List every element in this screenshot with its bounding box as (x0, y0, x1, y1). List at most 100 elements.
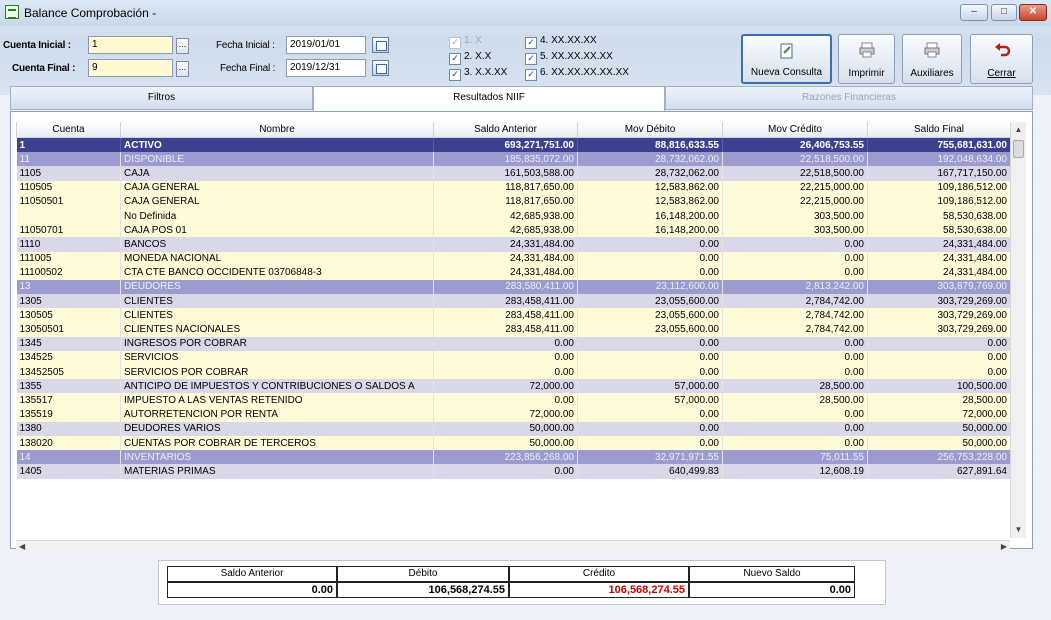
level-2-label: 2. X.X (464, 51, 492, 62)
nombre-cell: CLIENTES (120, 294, 434, 309)
saldo-final-cell: 0.00 (867, 365, 1011, 380)
table-row[interactable]: 110505 CAJA GENERAL 118,817,650.00 12,583,8… (16, 180, 1011, 195)
table-row[interactable]: 13050501 CLIENTES NACIONALES 283,458,411.0… (16, 322, 1011, 337)
table-row[interactable]: 1345 INGRESOS POR COBRAR 0.00 0.00 0.00 0.00 (16, 336, 1011, 351)
level-2-checkbox[interactable]: ✓ 2. X.X (449, 51, 491, 65)
minimize-button[interactable]: – (960, 4, 988, 21)
tab-razones-financieras[interactable]: Razones Financieras (665, 86, 1033, 110)
vertical-scrollbar[interactable]: ▲ ▼ (1010, 122, 1026, 538)
column-header[interactable]: Cuenta (16, 122, 121, 138)
saldo-final-cell: 50,000.00 (867, 421, 1011, 436)
level-1-checkbox[interactable]: ✓ 1. X (449, 35, 482, 49)
mov-credito-cell: 26,406,753.55 (722, 137, 868, 153)
table-row[interactable]: 135519 AUTORRETENCION POR RENTA 72,000.00 0… (16, 407, 1011, 422)
column-header[interactable]: Mov Crédito (722, 122, 868, 138)
cuenta-cell: 11050701 (16, 223, 121, 238)
cuenta-inicial-lookup-button[interactable]: ... (176, 38, 189, 54)
auxiliares-button[interactable]: Auxiliares (902, 34, 962, 84)
column-header[interactable]: Nombre (120, 122, 434, 138)
mov-credito-cell: 2,784,742.00 (722, 308, 868, 323)
calendar-icon[interactable] (372, 60, 389, 76)
mov-credito-cell: 303,500.00 (722, 223, 868, 238)
total-saldo-anterior: 0.00 (167, 582, 337, 598)
level-4-checkbox[interactable]: ✓ 4. XX.XX.XX (525, 35, 597, 49)
table-row[interactable]: 1110 BANCOS 24,331,484.00 0.00 0.00 24,331,48… (16, 237, 1011, 252)
saldo-anterior-cell: 118,817,650.00 (433, 194, 578, 209)
mov-debito-cell: 12,583,862.00 (577, 194, 723, 209)
mov-debito-cell: 16,148,200.00 (577, 223, 723, 238)
saldo-final-cell: 24,331,484.00 (867, 265, 1011, 280)
level-3-label: 3. X.X.XX (464, 67, 508, 78)
table-row[interactable]: 1105 CAJA 161,503,588.00 28,732,062.00 22,51… (16, 166, 1011, 181)
table-row[interactable]: 14 INVENTARIOS 223,856,268.00 32,971,971.55… (16, 450, 1011, 465)
table-row[interactable]: 11100502 CTA CTE BANCO OCCIDENTE 03706848… (16, 265, 1011, 280)
column-header[interactable]: Saldo Final (867, 122, 1011, 138)
saldo-anterior-cell: 118,817,650.00 (433, 180, 578, 195)
title-bar: Balance Comprobación - – □ ✕ (0, 0, 1051, 26)
table-row[interactable]: 1305 CLIENTES 283,458,411.00 23,055,600.00 2… (16, 294, 1011, 309)
maximize-button[interactable]: □ (991, 4, 1017, 21)
level-3-checkbox[interactable]: ✓ 3. X.X.XX (449, 67, 507, 81)
mov-debito-cell: 57,000.00 (577, 393, 723, 408)
mov-credito-cell: 22,215,000.00 (722, 180, 868, 195)
table-row[interactable]: 111005 MONEDA NACIONAL 24,331,484.00 0.00 0.… (16, 251, 1011, 266)
level-5-checkbox[interactable]: ✓ 5. XX.XX.XX.XX (525, 51, 613, 65)
scroll-down-icon[interactable]: ▼ (1011, 522, 1026, 538)
cerrar-button[interactable]: Cerrar (970, 34, 1033, 84)
table-row[interactable]: 1380 DEUDORES VARIOS 50,000.00 0.00 0.00 50,0… (16, 421, 1011, 436)
mov-credito-cell: 22,215,000.00 (722, 194, 868, 209)
table-row[interactable]: No Definida 42,685,938.00 16,148,200.00 303… (16, 208, 1011, 224)
table-row[interactable]: 1405 MATERIAS PRIMAS 0.00 640,499.83 12,608.… (16, 464, 1011, 479)
cuenta-final-lookup-button[interactable]: ... (176, 61, 189, 77)
cuenta-final-input[interactable]: 9 (88, 59, 173, 77)
saldo-anterior-cell: 693,271,751.00 (433, 137, 578, 153)
scroll-up-icon[interactable]: ▲ (1011, 122, 1026, 138)
tab-filtros[interactable]: Filtros (10, 86, 313, 110)
mov-credito-cell: 2,784,742.00 (722, 294, 868, 309)
table-row[interactable]: 1355 ANTICIPO DE IMPUESTOS Y CONTRIBUCION… (16, 379, 1011, 394)
table-row[interactable]: 1 ACTIVO 693,271,751.00 88,816,633.55 26,406… (16, 137, 1011, 153)
mov-debito-cell: 12,583,862.00 (577, 180, 723, 195)
saldo-final-cell: 303,729,269.00 (867, 308, 1011, 323)
table-row[interactable]: 11050701 CAJA POS 01 42,685,938.00 16,148,2… (16, 223, 1011, 238)
scroll-left-icon[interactable]: ◀ (19, 541, 25, 552)
column-header[interactable]: Saldo Anterior (433, 122, 578, 138)
saldo-anterior-cell: 0.00 (433, 365, 578, 380)
cuenta-inicial-input[interactable]: 1 (88, 36, 173, 54)
level-6-checkbox[interactable]: ✓ 6. XX.XX.XX.XX.XX (525, 67, 629, 81)
table-row[interactable]: 135517 IMPUESTO A LAS VENTAS RETENIDO 0.00… (16, 393, 1011, 408)
saldo-anterior-cell: 42,685,938.00 (433, 208, 578, 224)
nombre-cell: DISPONIBLE (120, 152, 434, 167)
table-row[interactable]: 138020 CUENTAS POR COBRAR DE TERCEROS 50,0… (16, 435, 1011, 451)
table-row[interactable]: 13452505 SERVICIOS POR COBRAR 0.00 0.00 0.00… (16, 365, 1011, 380)
table-row[interactable]: 11050501 CAJA GENERAL 118,817,650.00 12,583… (16, 194, 1011, 209)
horizontal-scrollbar[interactable]: ◀ ▶ (16, 540, 1010, 552)
table-row[interactable]: 13 DEUDORES 283,580,411.00 23,112,600.00 2,8… (16, 279, 1011, 295)
scroll-thumb[interactable] (1013, 140, 1024, 158)
mov-debito-cell: 0.00 (577, 237, 723, 252)
saldo-anterior-cell: 161,503,588.00 (433, 166, 578, 181)
column-header[interactable]: Mov Débito (577, 122, 723, 138)
nombre-cell: DEUDORES (120, 279, 434, 295)
scroll-right-icon[interactable]: ▶ (1001, 541, 1007, 552)
saldo-final-cell: 303,729,269.00 (867, 294, 1011, 309)
table-row[interactable]: 11 DISPONIBLE 185,835,072.00 28,732,062.00 2… (16, 152, 1011, 167)
saldo-anterior-cell: 50,000.00 (433, 421, 578, 436)
nueva-consulta-button[interactable]: Nueva Consulta (741, 34, 832, 84)
mov-credito-cell: 0.00 (722, 365, 868, 380)
fecha-inicial-input[interactable]: 2019/01/01 (286, 36, 366, 54)
imprimir-button[interactable]: Imprimir (838, 34, 895, 84)
table-row[interactable]: 130505 CLIENTES 283,458,411.00 23,055,600.0… (16, 308, 1011, 323)
tab-resultados-niif[interactable]: Resultados NIIF (313, 86, 665, 112)
close-button[interactable]: ✕ (1019, 4, 1047, 21)
nombre-cell: CTA CTE BANCO OCCIDENTE 03706848-3 (120, 265, 434, 280)
window-title: Balance Comprobación - (24, 6, 157, 20)
calendar-icon[interactable] (372, 37, 389, 53)
saldo-anterior-cell: 185,835,072.00 (433, 152, 578, 167)
fecha-final-input[interactable]: 2019/12/31 (286, 59, 366, 77)
cuenta-cell: 13050501 (16, 322, 121, 337)
checkmark-icon: ✓ (449, 53, 461, 65)
cuenta-cell: 1405 (16, 464, 121, 479)
table-row[interactable]: 134525 SERVICIOS 0.00 0.00 0.00 0.00 (16, 350, 1011, 365)
saldo-anterior-cell: 0.00 (433, 464, 578, 479)
